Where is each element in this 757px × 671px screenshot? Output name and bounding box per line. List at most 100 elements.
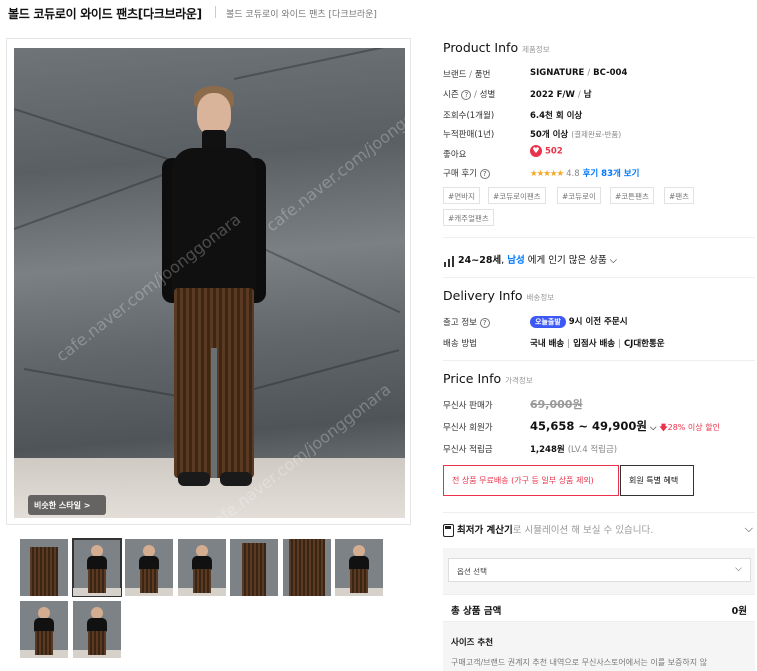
tag-item[interactable]: #팬츠 — [664, 187, 695, 204]
product-no-value: BC-004 — [593, 68, 628, 78]
sales-note: (결제완료-반품) — [571, 130, 622, 139]
review-score: 4.8 — [566, 169, 580, 179]
popular-banner[interactable]: 24~28세, 남성 에게 인기 많은 상품 ⌵ — [443, 252, 617, 267]
thumb-legs — [35, 631, 53, 655]
method-label: 배송 방법 — [443, 339, 477, 349]
thumbnail[interactable] — [230, 539, 278, 596]
section-title: Price Info — [443, 371, 502, 386]
tag-item[interactable]: #캐주얼팬츠 — [443, 209, 494, 226]
points-amount: 1,248원 — [530, 445, 565, 455]
review-value: ★★★★★ 4.8 후기 83개 보기 — [530, 167, 639, 179]
brand-label: 브랜드 / 품번 — [443, 68, 490, 80]
help-icon[interactable]: ? — [479, 168, 490, 179]
popular-text: 에게 인기 많은 상품 — [527, 255, 607, 266]
sales-value: 50개 이상 (결제완료-반품) — [530, 128, 621, 140]
store-price-label: 무신사 판매가 — [443, 401, 493, 411]
popular-gender: 남성 — [507, 255, 525, 266]
early-delivery-badge: 오늘출발 — [530, 315, 566, 328]
product-subtitle: 볼드 코듀로이 와이드 팬츠 [다크브라운] — [226, 10, 377, 20]
sales-value-text: 50개 이상 — [530, 130, 569, 140]
thumbnail[interactable] — [73, 601, 121, 658]
help-icon[interactable]: ? — [479, 317, 490, 328]
tag-item[interactable]: #코듀로이 — [557, 187, 601, 204]
points-value: 1,248원 (LV.4 적립금) — [530, 443, 617, 455]
option-placeholder: 옵션 선택 — [457, 567, 487, 576]
chevron-down-icon[interactable]: ⌵ — [650, 423, 656, 433]
points-note: (LV.4 적립금) — [567, 445, 618, 455]
rock-texture — [23, 368, 192, 400]
thumbnail[interactable] — [283, 539, 331, 596]
views-value: 6.4천 회 이상 — [530, 111, 583, 121]
member-price-value[interactable]: 45,658 ~ 49,900원 ⌵ 🡇28% 이상 할인 — [530, 418, 720, 436]
thumbnail-selected[interactable] — [72, 538, 122, 597]
price-calculator[interactable]: 최저가 계산기로 시뮬레이션 해 보실 수 있습니다. ⌵ — [443, 522, 755, 542]
value-sep: / — [587, 68, 591, 78]
review-link[interactable]: 후기 83개 보기 — [583, 169, 640, 179]
divider — [443, 277, 755, 278]
rock-texture — [263, 248, 401, 314]
thumb-legs — [88, 631, 106, 655]
divider — [443, 237, 755, 238]
label-sep: / — [469, 70, 473, 80]
tag-item[interactable]: #코튼팬츠 — [610, 187, 654, 204]
likes-count: 502 — [544, 146, 563, 157]
method-vendor: 입점사 배송 — [573, 339, 616, 349]
help-icon[interactable]: ? — [461, 89, 472, 100]
thumb-body — [139, 556, 159, 570]
member-benefit-button[interactable]: 회원 특별 혜택 — [620, 465, 694, 496]
calculator-text: 로 시뮬레이션 해 보실 수 있습니다. — [512, 525, 654, 536]
total-value: 0원 — [731, 606, 747, 617]
section-subtitle: 제품정보 — [522, 45, 550, 54]
thumb-body — [349, 556, 369, 570]
total-label: 총 상품 금액 — [451, 606, 502, 617]
tag-item[interactable]: #코듀로이팬츠 — [488, 187, 546, 204]
option-select[interactable]: 옵션 선택 ⌵ — [448, 558, 751, 582]
ship-label: 출고 정보 ? — [443, 316, 490, 328]
divider — [443, 360, 755, 361]
down-arrow-icon: 🡇 — [659, 423, 668, 432]
section-title: Delivery Info — [443, 288, 523, 303]
review-label-text: 구매 후기 — [443, 169, 477, 179]
views-label: 조회수(1개월) — [443, 111, 495, 121]
section-subtitle: 배송정보 — [526, 293, 555, 302]
model-shoe-left — [178, 472, 210, 486]
delivery-info-heading: Delivery Info 배송정보 — [443, 288, 554, 303]
similar-style-button[interactable]: 비슷한 스타일 > — [28, 495, 106, 515]
thumbnail[interactable] — [20, 601, 68, 658]
thumb-pants-detail — [242, 543, 266, 596]
thumbnail[interactable] — [20, 539, 68, 596]
tag-item[interactable]: #면바지 — [443, 187, 480, 204]
thumbnail[interactable] — [125, 539, 173, 596]
chevron-down-icon[interactable]: ⌵ — [745, 522, 753, 536]
likes-value[interactable]: ♥ 502 — [530, 145, 563, 157]
label-sep: / — [474, 90, 477, 100]
chevron-down-icon: ⌵ — [735, 564, 742, 574]
method-value: 국내 배송 | 입점사 배송 | CJ대한통운 — [530, 339, 665, 349]
thumbnail[interactable] — [178, 539, 226, 596]
product-title: 볼드 코듀로이 와이드 팬츠[다크브라운] — [8, 7, 202, 21]
brand-link[interactable]: SIGNATURE — [530, 68, 584, 78]
star-rating-icon: ★★★★★ — [530, 169, 564, 179]
popular-sep: , — [501, 255, 505, 266]
divider — [443, 512, 755, 513]
main-product-image[interactable]: cafe.naver.com/joonggonara cafe.naver.co… — [14, 48, 405, 518]
free-shipping-button[interactable]: 전 상품 무료배송 (가구 등 일부 상품 제외) — [443, 465, 619, 496]
thumbnail[interactable] — [335, 539, 383, 596]
thumb-legs — [88, 569, 106, 593]
popular-age: 24~28세 — [458, 255, 502, 266]
season-label-text: 시즌 — [443, 90, 459, 100]
calculator-title: 최저가 계산기 — [457, 525, 513, 536]
thumb-pants-detail — [30, 547, 58, 596]
thumb-body — [87, 618, 107, 632]
sales-label: 누적판매(1년) — [443, 130, 495, 140]
size-recommend-text: 구매고객/브랜드 권계지 추천 내역으로 무신사스토어에서는 이를 보증하지 않 — [451, 658, 708, 667]
thumb-pants-detail — [289, 539, 325, 596]
method-domestic: 국내 배송 — [530, 339, 565, 349]
heart-icon[interactable]: ♥ — [530, 145, 542, 157]
ship-value-text: 9시 이전 주문시 — [568, 317, 628, 327]
total-row: 총 상품 금액 0원 — [443, 594, 755, 622]
ship-label-text: 출고 정보 — [443, 318, 477, 328]
gender-label: 성별 — [479, 90, 496, 100]
size-recommend-title: 사이즈 추천 — [451, 638, 494, 648]
bar-chart-icon — [443, 255, 455, 267]
